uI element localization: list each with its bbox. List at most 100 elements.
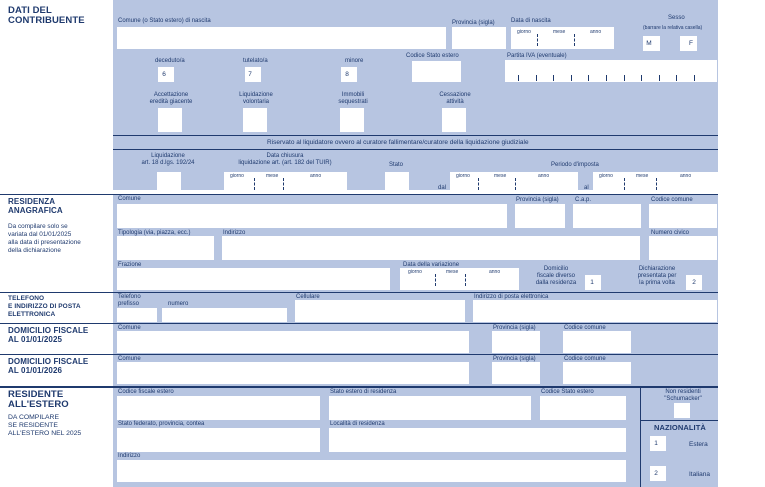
telefono-prefisso-field[interactable]	[117, 308, 157, 322]
contribuente-title-line2: CONTRIBUENTE	[8, 15, 85, 26]
data-variazione-anno-label: anno	[489, 269, 501, 275]
deceduto-label: deceduto/a	[155, 58, 185, 64]
tipologia-field[interactable]	[117, 236, 214, 260]
liquidazione-art18-line1: Liquidazione	[151, 153, 185, 159]
domicilio-diverso-line2: fiscale diverso	[536, 273, 575, 279]
domicilio-2026-provincia-field[interactable]	[492, 362, 540, 384]
residenza-cap-field[interactable]	[573, 204, 641, 228]
telefono-title: TELEFONO E INDIRIZZO DI POSTA ELETTRONIC…	[8, 295, 81, 319]
residenza-note: Da compilare solo se variata dal 01/01/2…	[8, 223, 81, 255]
comune-nascita-field[interactable]	[117, 27, 446, 49]
partita-iva-tick	[694, 75, 695, 81]
telefono-numero-field[interactable]	[162, 308, 287, 322]
residenza-comune-field[interactable]	[117, 204, 507, 228]
estero-title-line2: ALL'ESTERO	[8, 399, 69, 410]
tutelato-code: 7	[248, 71, 252, 78]
partita-iva-tick	[659, 75, 660, 81]
codice-stato-estero-field[interactable]	[412, 61, 461, 82]
tutelato-label: tutelato/a	[243, 58, 268, 64]
prima-volta-line2: presentata per	[637, 273, 677, 279]
numero-civico-field[interactable]	[649, 236, 717, 260]
data-chiusura-mese-label: mese	[266, 173, 279, 179]
nazionalita-estera-code: 1	[654, 440, 658, 447]
residenza-codice-comune-field[interactable]	[649, 204, 717, 228]
domicilio-2025-title: DOMICILIO FISCALE AL 01/01/2025	[8, 326, 88, 344]
estero-divider	[640, 388, 641, 487]
estero-note-line3: ALL'ESTERO NEL 2025	[8, 430, 82, 437]
domicilio-2025-codice-field[interactable]	[563, 331, 631, 353]
partita-iva-tick	[641, 75, 642, 81]
email-field[interactable]	[473, 300, 717, 322]
partita-iva-tick	[588, 75, 589, 81]
minore-code: 8	[345, 71, 349, 78]
periodo-label: Periodo d'imposta	[551, 162, 599, 168]
nazionalita-title: NAZIONALITÀ	[654, 423, 706, 432]
periodo-dal-divider	[515, 178, 516, 190]
data-chiusura-divider	[254, 178, 255, 190]
periodo-dal-giorno-label: giorno	[456, 173, 470, 179]
estero-indirizzo-field[interactable]	[117, 460, 626, 482]
stato-federato-label: Stato federato, provincia, contea	[118, 421, 205, 427]
liquidazione-art18-label: Liquidazione art. 18 d.lgs. 192/24	[133, 153, 203, 167]
stato-estero-field[interactable]	[329, 396, 531, 420]
sesso-f-label: F	[689, 40, 693, 47]
partita-iva-tick	[624, 75, 625, 81]
data-chiusura-line1: Data chiusura	[266, 153, 304, 159]
residenza-provincia-field[interactable]	[515, 204, 565, 228]
telefono-title-line3: ELETTRONICA	[8, 311, 56, 318]
residenza-title-line1: RESIDENZA	[8, 197, 56, 206]
cessazione-checkbox[interactable]	[442, 108, 466, 132]
data-variazione-divider	[465, 274, 466, 286]
periodo-al-anno-label: anno	[680, 173, 692, 179]
al-label: al	[584, 185, 589, 191]
residenza-note-line2: variata dal 01/01/2025	[8, 231, 72, 238]
codice-fiscale-estero-field[interactable]	[117, 396, 320, 420]
liquidazione-line2: volontaria	[242, 99, 269, 105]
estero-indirizzo-label: Indirizzo	[118, 453, 141, 459]
domicilio-diverso-label: Domicilio fiscale diverso dalla residenz…	[530, 266, 582, 287]
contribuente-title: DATI DEL CONTRIBUENTE	[8, 6, 85, 26]
data-nascita-anno-label: anno	[590, 29, 602, 35]
domicilio-2026-comune-field[interactable]	[117, 362, 469, 384]
residenza-provincia-label: Provincia (sigla)	[516, 197, 559, 203]
partita-iva-tick	[553, 75, 554, 81]
accettazione-checkbox[interactable]	[158, 108, 182, 132]
periodo-al-divider	[656, 178, 657, 190]
non-residenti-line1: Non residenti	[665, 389, 701, 395]
estero-note-line2: SE RESIDENTE	[8, 422, 58, 429]
stato-federato-field[interactable]	[117, 428, 320, 452]
data-nascita-divider	[574, 34, 575, 46]
liquidazione-checkbox[interactable]	[243, 108, 267, 132]
domicilio-2025-comune-field[interactable]	[117, 331, 469, 353]
domicilio-diverso-line3: dalla residenza	[535, 280, 577, 286]
nazionalita-italiana-code: 2	[654, 470, 658, 477]
codice-stato-field[interactable]	[540, 396, 626, 420]
data-chiusura-label: Data chiusura liquidazione art. (art. 18…	[222, 153, 348, 167]
accettazione-line2: eredità giacente	[149, 99, 193, 105]
immobili-checkbox[interactable]	[340, 108, 364, 132]
localita-field[interactable]	[329, 428, 626, 452]
immobili-line2: sequestrati	[338, 99, 368, 105]
partita-iva-tick	[536, 75, 537, 81]
stato-field[interactable]	[385, 172, 409, 194]
indirizzo-field[interactable]	[222, 236, 640, 260]
non-residenti-line2: "Schumacker"	[664, 396, 702, 402]
periodo-al-divider	[624, 178, 625, 190]
domicilio-2026-codice-field[interactable]	[563, 362, 631, 384]
liquidazione-art18-checkbox[interactable]	[157, 172, 181, 194]
liquidazione-line1: Liquidazione	[239, 92, 273, 98]
non-residenti-checkbox[interactable]	[674, 403, 690, 418]
cellulare-field[interactable]	[295, 300, 465, 322]
cessazione-line2: attività	[446, 99, 464, 105]
data-nascita-mese-label: mese	[553, 29, 566, 35]
provincia-nascita-field[interactable]	[452, 27, 506, 49]
liquidazione-label: Liquidazione volontaria	[225, 92, 287, 106]
stato-estero-label: Stato estero di residenza	[330, 389, 397, 395]
localita-label: Località di residenza	[330, 421, 385, 427]
frazione-field[interactable]	[117, 268, 390, 290]
liquidatore-top-rule	[113, 135, 718, 136]
domicilio-2025-provincia-field[interactable]	[492, 331, 540, 353]
domicilio-2026-title: DOMICILIO FISCALE AL 01/01/2026	[8, 357, 88, 375]
telefono-title-line2: E INDIRIZZO DI POSTA	[8, 303, 81, 310]
minore-label: minore	[345, 58, 364, 64]
